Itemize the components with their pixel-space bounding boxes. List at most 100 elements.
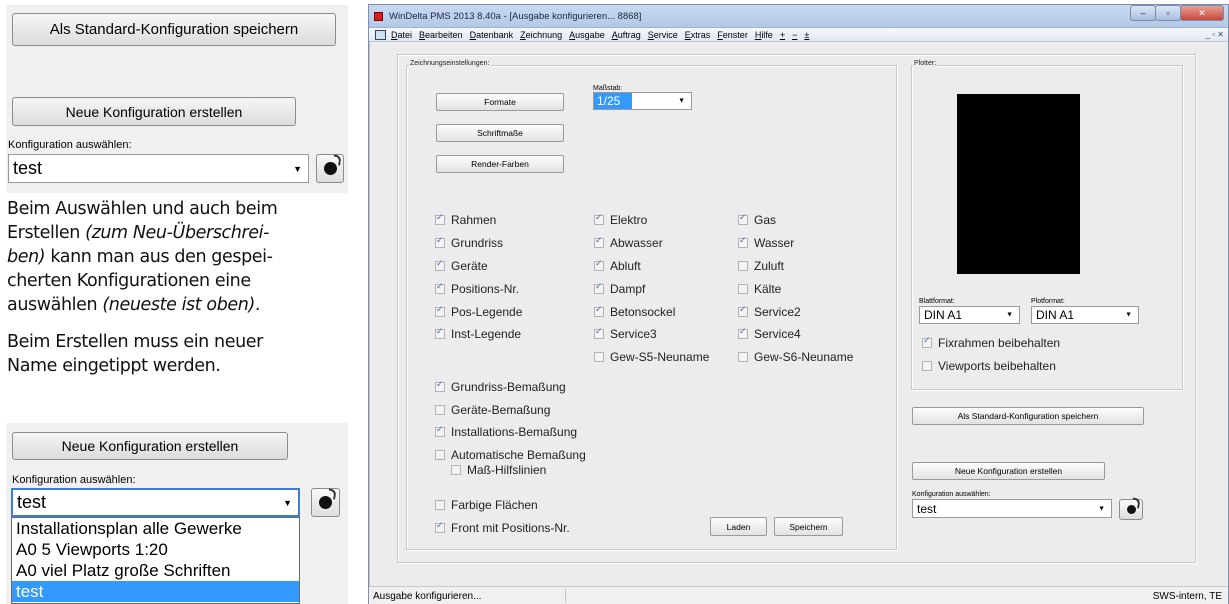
menu-plusminus[interactable]: ± xyxy=(804,30,809,40)
chevron-down-icon: ▼ xyxy=(678,97,685,105)
close-button[interactable]: ✕ xyxy=(1180,5,1224,21)
menu-auftrag[interactable]: Auftrag xyxy=(612,30,641,40)
bomb-icon xyxy=(319,496,332,509)
help-text-paragraph-2: Beim Erstellen muss ein neuer Name einge… xyxy=(7,332,263,376)
window-title: WinDelta PMS 2013 8.40a - [Ausgabe konfi… xyxy=(389,11,642,22)
checkbox-box xyxy=(451,465,461,475)
render-farben-button[interactable]: Render-Farben xyxy=(436,155,564,173)
checkbox-item[interactable]: Service2 xyxy=(738,300,888,323)
checkbox-box xyxy=(922,335,932,348)
checkbox-item[interactable]: Service3 xyxy=(594,323,744,346)
checkbox-item[interactable]: Rahmen xyxy=(435,209,585,232)
checkbox-item[interactable]: Inst-Legende xyxy=(435,323,585,346)
checkbox-box xyxy=(594,258,604,271)
minimize-button[interactable]: – xyxy=(1130,5,1156,21)
checkbox-label: Installations-Bemaßung xyxy=(451,425,578,440)
checkbox-front-mit-positions-nr[interactable]: Front mit Positions-Nr. xyxy=(435,520,570,536)
mdi-controls[interactable]: _ ▫ ✕ xyxy=(1206,30,1224,39)
checkbox-label: Wasser xyxy=(754,236,795,251)
checkbox-item[interactable]: Grundriss xyxy=(435,232,585,255)
dropdown-option[interactable]: Installationsplan alle Gewerke xyxy=(12,518,299,539)
checkbox-label: Service3 xyxy=(610,327,657,342)
menu-extras[interactable]: Extras xyxy=(685,30,711,40)
checkbox-label: Kälte xyxy=(754,281,782,296)
menu-plus[interactable]: + xyxy=(780,30,785,40)
delete-config-button[interactable] xyxy=(316,154,344,183)
menu-service[interactable]: Service xyxy=(648,30,678,40)
checkbox-item[interactable]: Wasser xyxy=(738,232,888,255)
checkbox-column-3: Gas Wasser Zuluft Kälte Service2 Service4 Gew-… xyxy=(738,209,888,369)
maximize-button[interactable]: ▫ xyxy=(1155,5,1181,21)
checkbox-label: Abwasser xyxy=(610,236,663,251)
menu-hilfe[interactable]: Hilfe xyxy=(755,30,773,40)
config-dropdown-list: Installationsplan alle Gewerke A0 5 View… xyxy=(11,517,300,604)
laden-button[interactable]: Laden xyxy=(710,517,767,536)
checkbox-item[interactable]: Abluft xyxy=(594,255,744,278)
checkbox-label: Abluft xyxy=(610,258,641,273)
checkbox-viewports[interactable]: Viewports beibehalten xyxy=(922,358,1056,374)
config-select-value: test xyxy=(13,158,43,178)
checkbox-masshilfslinien[interactable]: Maß-Hilfslinien xyxy=(451,462,546,478)
checkbox-item[interactable]: Service4 xyxy=(738,323,888,346)
checkbox-label: Grundriss xyxy=(451,236,504,251)
menu-bearbeiten[interactable]: Bearbeiten xyxy=(419,30,463,40)
schriftmasse-button[interactable]: Schriftmaße xyxy=(436,124,564,142)
checkbox-box xyxy=(435,424,445,438)
checkbox-item[interactable]: Geräte xyxy=(435,255,585,278)
bottom-delete-config-button[interactable] xyxy=(311,488,340,517)
menu-minus[interactable]: − xyxy=(792,30,797,40)
checkbox-fixrahmen[interactable]: Fixrahmen beibehalten xyxy=(922,335,1060,351)
checkbox-item[interactable]: Gew-S6-Neuname xyxy=(738,346,888,369)
checkbox-box xyxy=(435,520,445,533)
neue-konfiguration-button[interactable]: Neue Konfiguration erstellen xyxy=(912,462,1105,480)
checkbox-item[interactable]: Installations-Bemaßung xyxy=(435,421,635,444)
menu-fenster[interactable]: Fenster xyxy=(717,30,748,40)
konfig-select[interactable]: test ▼ xyxy=(912,499,1112,518)
checkbox-box xyxy=(435,258,445,271)
plotformat-select[interactable]: DIN A1 ▼ xyxy=(1031,306,1139,324)
dropdown-option[interactable]: A0 viel Platz große Schriften xyxy=(12,560,299,581)
menu-datenbank[interactable]: Datenbank xyxy=(470,30,514,40)
konfig-select-label: Konfiguration auswählen: xyxy=(912,491,991,498)
checkbox-item[interactable]: Positions-Nr. xyxy=(435,277,585,300)
checkbox-item[interactable]: Betonsockel xyxy=(594,300,744,323)
blattformat-select[interactable]: DIN A1 ▼ xyxy=(919,306,1020,324)
checkbox-label: Gew-S6-Neuname xyxy=(754,350,854,365)
dropdown-option[interactable]: A0 5 Viewports 1:20 xyxy=(12,539,299,560)
checkbox-item[interactable]: Elektro xyxy=(594,209,744,232)
massstab-value: 1/25 xyxy=(594,93,633,109)
checkbox-item[interactable]: Gew-S5-Neuname xyxy=(594,346,744,369)
checkbox-box xyxy=(738,235,748,249)
document-icon xyxy=(375,29,386,40)
checkbox-farbige-flaechen[interactable]: Farbige Flächen xyxy=(435,497,538,513)
menu-datei[interactable]: Datei xyxy=(391,30,412,40)
formate-button[interactable]: Formate xyxy=(436,93,564,111)
checkbox-label: Gas xyxy=(754,213,777,228)
bottom-config-select[interactable]: test ▼ xyxy=(11,488,300,517)
massstab-select[interactable]: 1/25 ▼ xyxy=(593,92,692,110)
checkbox-item[interactable]: Kälte xyxy=(738,277,888,300)
standard-config-button[interactable]: Als Standard-Konfiguration speichern xyxy=(912,407,1144,425)
checkbox-box xyxy=(738,326,748,340)
checkbox-item[interactable]: Pos-Legende xyxy=(435,300,585,323)
checkbox-item[interactable]: Geräte-Bemaßung xyxy=(435,399,635,422)
checkbox-box xyxy=(435,500,445,510)
massstab-label: Maßstab: xyxy=(593,85,623,92)
checkbox-item[interactable]: Abwasser xyxy=(594,232,744,255)
checkbox-box xyxy=(738,283,748,294)
checkbox-item[interactable]: Gas xyxy=(738,209,888,232)
bottom-new-config-button[interactable]: Neue Konfiguration erstellen xyxy=(12,432,288,460)
new-config-button[interactable]: Neue Konfiguration erstellen xyxy=(12,97,296,126)
config-select[interactable]: test ▼ xyxy=(8,154,309,183)
menu-ausgabe[interactable]: Ausgabe xyxy=(569,30,605,40)
save-standard-config-button[interactable]: Als Standard-Konfiguration speichern xyxy=(12,13,336,46)
speichern-button[interactable]: Speichern xyxy=(774,517,843,536)
checkbox-item[interactable]: Dampf xyxy=(594,277,744,300)
checkbox-label: Automatische Bemaßung xyxy=(451,447,586,462)
dropdown-option-selected[interactable]: test xyxy=(12,581,299,602)
checkbox-item[interactable]: Zuluft xyxy=(738,255,888,278)
checkbox-column-lower: Grundriss-Bemaßung Geräte-Bemaßung Install… xyxy=(435,376,635,466)
konfig-delete-button[interactable] xyxy=(1119,499,1143,520)
menu-zeichnung[interactable]: Zeichnung xyxy=(520,30,562,40)
checkbox-item[interactable]: Grundriss-Bemaßung xyxy=(435,376,635,399)
